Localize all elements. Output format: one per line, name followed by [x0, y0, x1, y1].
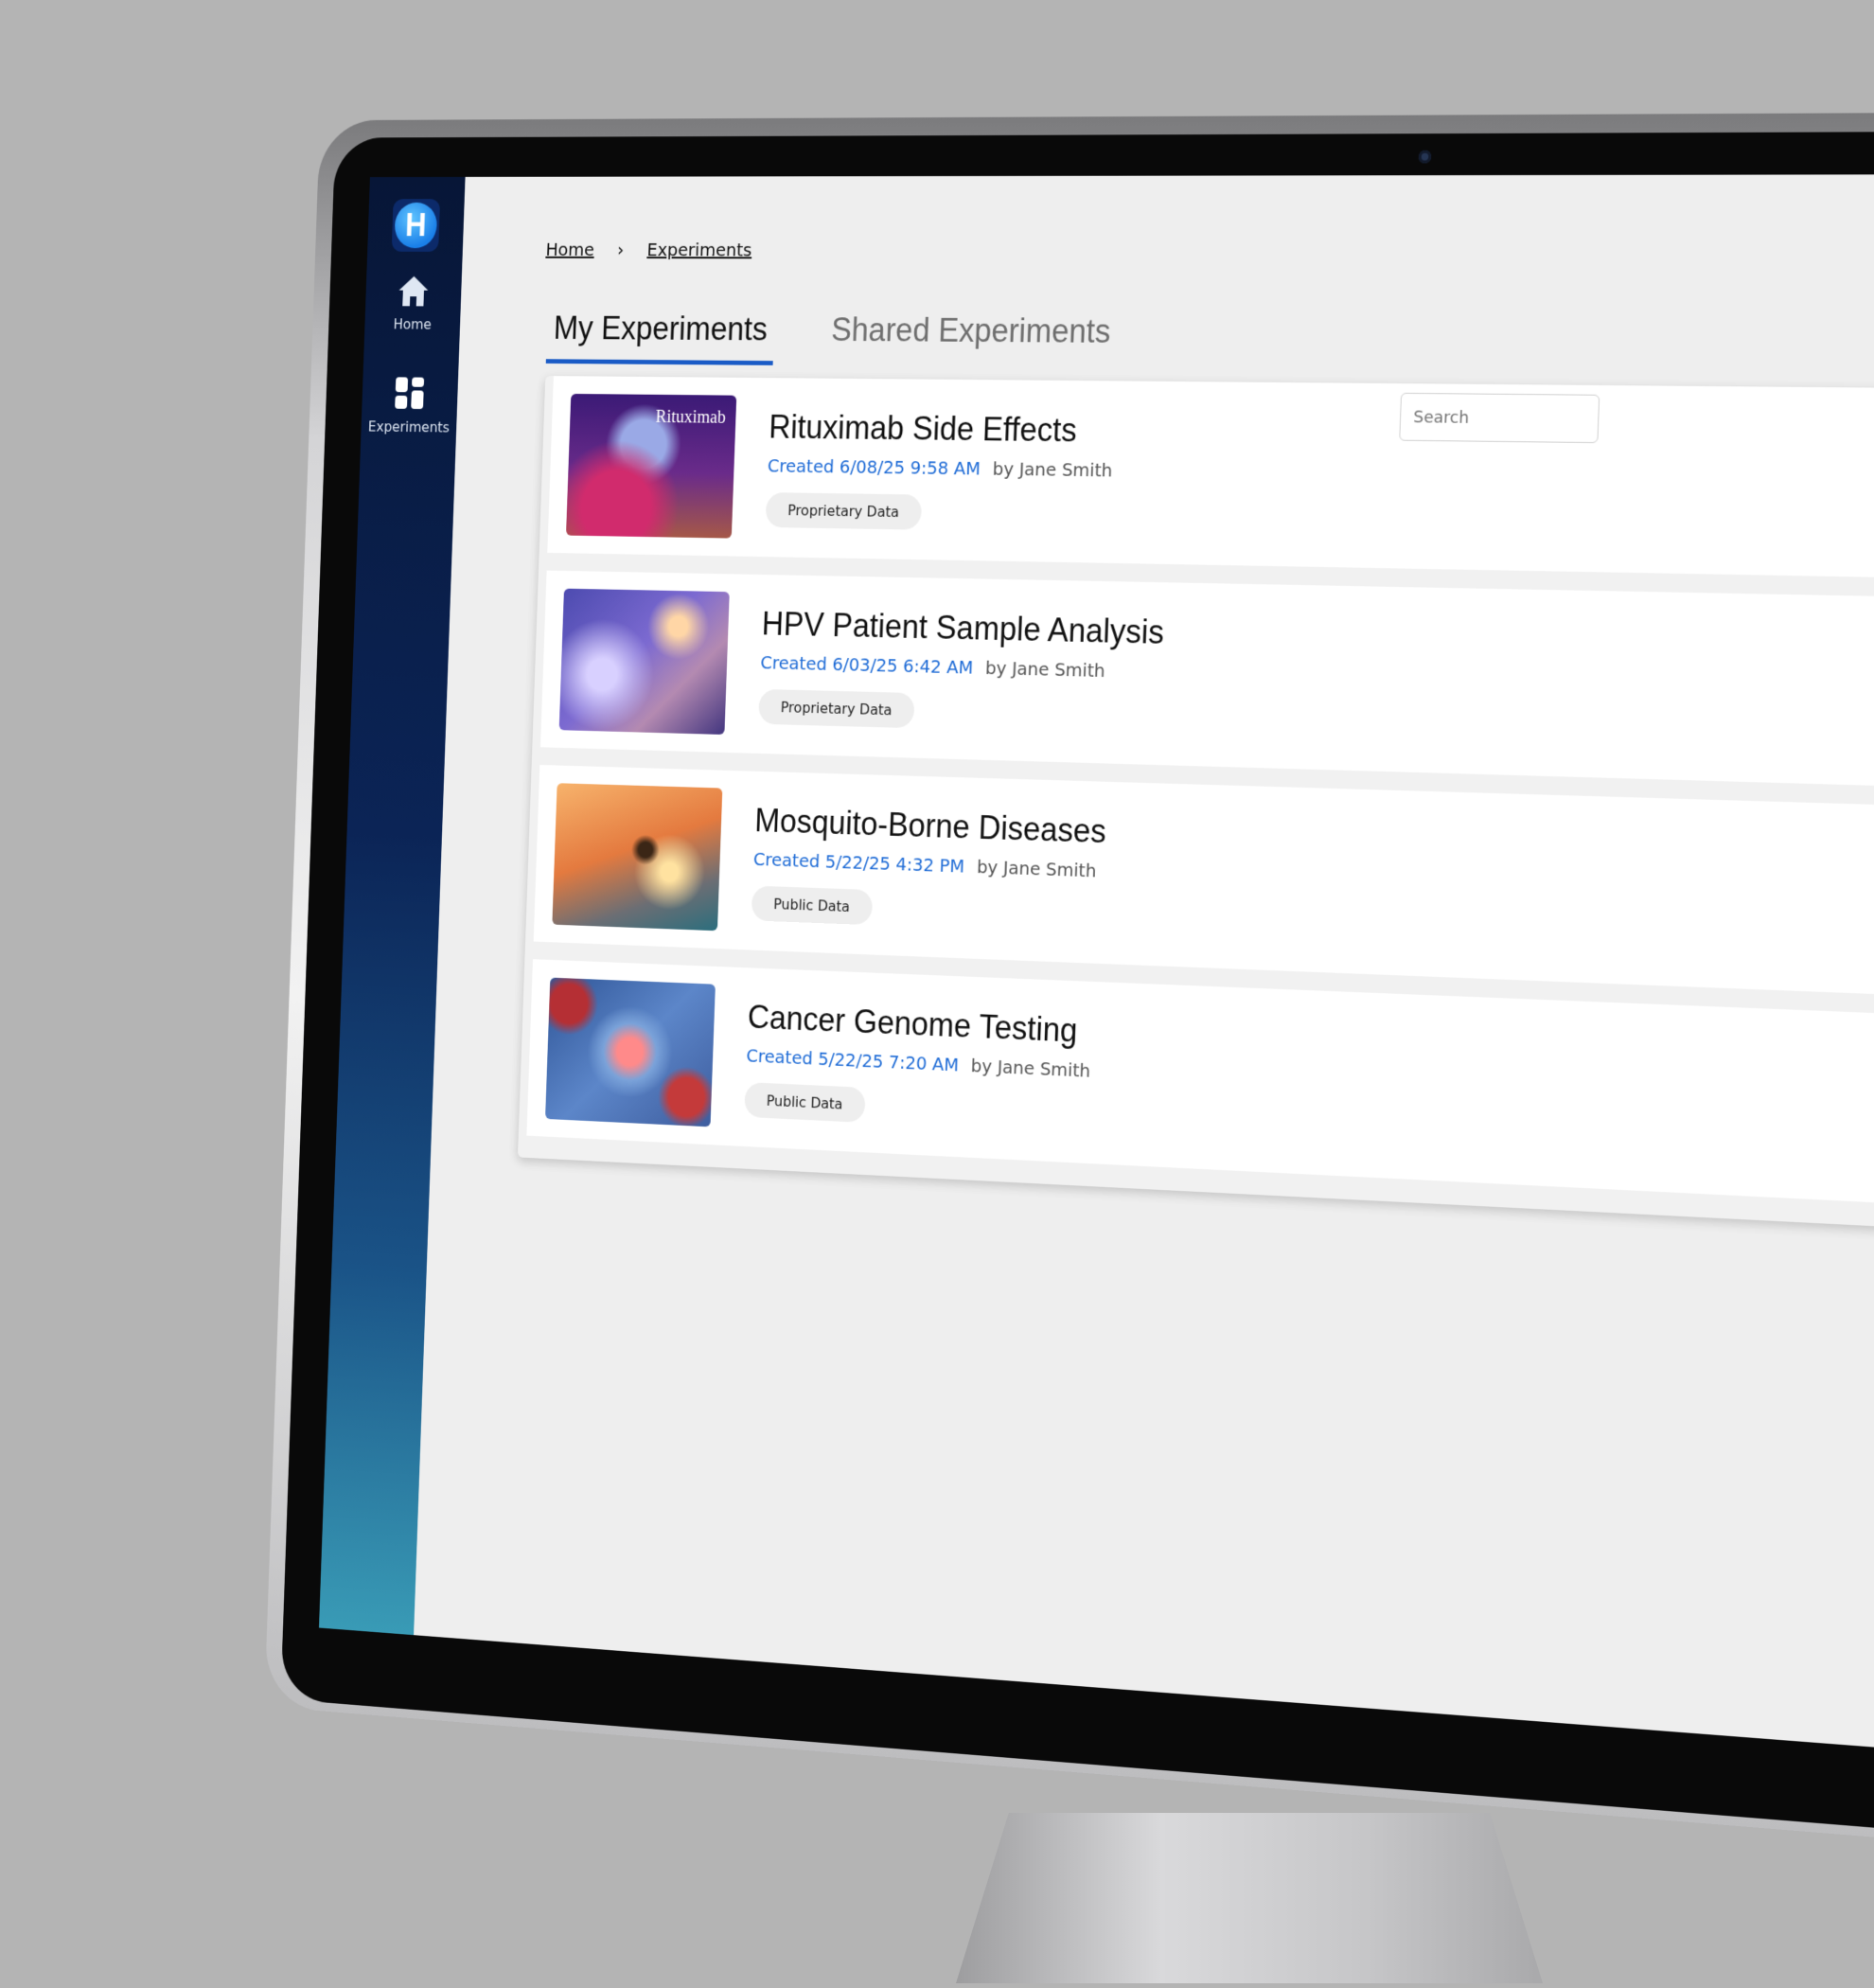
experiment-title[interactable]: HPV Patient Sample Analysis	[761, 605, 1164, 651]
data-type-badge: Public Data	[751, 885, 873, 925]
experiment-title[interactable]: Mosquito-Borne Diseases	[754, 801, 1107, 850]
search-input[interactable]	[1399, 392, 1600, 444]
experiment-thumbnail: Rituximab	[565, 393, 737, 539]
experiment-info: Rituximab Side Effects Created 6/08/25 9…	[765, 408, 1115, 533]
experiment-meta: Created 6/03/25 6:42 AM by Jane Smith	[760, 651, 1163, 683]
created-date: Created 5/22/25 7:20 AM	[746, 1043, 960, 1075]
experiment-card[interactable]: HPV Patient Sample Analysis Created 6/03…	[539, 570, 1874, 790]
breadcrumb: Home › Experiments	[545, 239, 752, 260]
chevron-right-icon: ›	[616, 239, 625, 260]
experiments-list: Rituximab Rituximab Side Effects Created…	[517, 375, 1874, 1234]
author: by Jane Smith	[976, 855, 1097, 881]
experiment-card[interactable]: Mosquito-Borne Diseases Created 5/22/25 …	[533, 764, 1874, 1001]
tab-my-experiments[interactable]: My Experiments	[545, 309, 775, 365]
experiment-thumbnail	[552, 783, 723, 932]
sidebar-item-experiments[interactable]: Experiments	[361, 374, 458, 435]
sidebar-item-label: Home	[393, 315, 433, 333]
created-date: Created 6/03/25 6:42 AM	[760, 650, 974, 678]
experiment-info: Mosquito-Borne Diseases Created 5/22/25 …	[751, 801, 1107, 932]
experiment-meta: Created 5/22/25 7:20 AM by Jane Smith	[746, 1044, 1090, 1081]
tab-shared-experiments[interactable]: Shared Experiments	[823, 311, 1119, 368]
data-type-badge: Public Data	[744, 1081, 866, 1123]
experiment-info: HPV Patient Sample Analysis Created 6/03…	[758, 605, 1165, 735]
sidebar-item-label: Experiments	[367, 417, 451, 436]
breadcrumb-home[interactable]: Home	[545, 239, 594, 260]
app-screen: H Home Experiments Home › Experiments My…	[318, 174, 1874, 1755]
experiment-title[interactable]: Rituximab Side Effects	[769, 408, 1115, 450]
grid-icon	[395, 377, 425, 410]
created-date: Created 5/22/25 4:32 PM	[752, 847, 965, 877]
author: by Jane Smith	[984, 656, 1105, 682]
thumbnail-label: Rituximab	[655, 406, 727, 428]
breadcrumb-experiments[interactable]: Experiments	[646, 239, 752, 260]
data-type-badge: Proprietary Data	[758, 688, 915, 728]
experiment-title[interactable]: Cancer Genome Testing	[747, 998, 1092, 1050]
home-icon	[398, 275, 429, 307]
experiment-thumbnail	[545, 977, 716, 1127]
tab-bar: My Experiments Shared Experiments	[545, 309, 1119, 368]
experiment-card[interactable]: Cancer Genome Testing Created 5/22/25 7:…	[526, 959, 1874, 1210]
logo-icon: H	[394, 202, 438, 249]
experiment-meta: Created 6/08/25 9:58 AM by Jane Smith	[768, 454, 1113, 481]
experiment-card[interactable]: Rituximab Rituximab Side Effects Created…	[547, 376, 1874, 580]
author: by Jane Smith	[970, 1054, 1091, 1082]
data-type-badge: Proprietary Data	[765, 491, 923, 530]
app-logo[interactable]: H	[391, 199, 441, 252]
experiment-meta: Created 5/22/25 4:32 PM by Jane Smith	[753, 847, 1105, 881]
sidebar-item-home[interactable]: Home	[364, 274, 462, 333]
monitor: H Home Experiments Home › Experiments My…	[141, 0, 1874, 1974]
experiment-thumbnail	[558, 588, 730, 736]
created-date: Created 6/08/25 9:58 AM	[767, 453, 981, 479]
experiment-info: Cancer Genome Testing Created 5/22/25 7:…	[744, 998, 1092, 1133]
author: by Jane Smith	[992, 457, 1113, 481]
